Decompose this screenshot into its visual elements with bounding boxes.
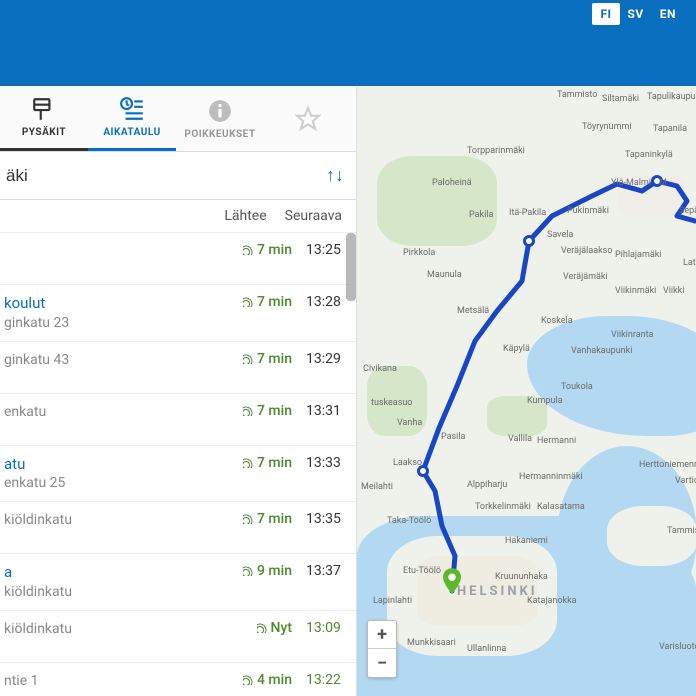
leaves-value: 7 min (243, 511, 292, 527)
zoom-out-button[interactable]: − (368, 649, 396, 677)
stop-name: a (4, 563, 243, 583)
stop-subtext: ginkatu 43 (4, 351, 243, 369)
stop-subtext: kiöldinkatu (4, 583, 243, 601)
col-leaves: Lähtee (224, 208, 266, 224)
stop-row[interactable]: kiöldinkatuNyt 13:09 (0, 611, 356, 663)
tab-bar: PYSÄKIT AIKATAULU POIKKEUKSET (0, 86, 356, 152)
leaves-value: 7 min (243, 403, 292, 419)
tab-stops[interactable]: PYSÄKIT (0, 86, 88, 151)
next-value: 13:25 (306, 242, 346, 258)
swap-direction-icon[interactable]: ↑↓ (326, 165, 344, 186)
tab-favorite[interactable] (264, 86, 352, 151)
leaves-value: 9 min (243, 563, 292, 579)
header-bar (0, 40, 696, 86)
map[interactable]: TammistoSiltamäkiTapulikaupunkiTöyrynumm… (357, 86, 696, 696)
stop-name: koulut (4, 294, 243, 314)
stop-subtext: ntie 1 (4, 672, 243, 690)
route-stop-dot[interactable] (417, 465, 429, 477)
bus-stop-icon (31, 96, 57, 122)
leaves-value: 4 min (243, 672, 292, 688)
schedule-icon (119, 96, 145, 122)
route-line (357, 86, 696, 696)
next-value: 13:33 (306, 455, 346, 471)
tab-stops-label: PYSÄKIT (22, 127, 66, 138)
stop-subtext: kiöldinkatu (4, 511, 243, 529)
next-value: 13:31 (306, 403, 346, 419)
info-icon (207, 98, 233, 124)
lang-sv[interactable]: SV (620, 3, 652, 25)
stop-subtext: enkatu 25 (4, 474, 243, 492)
stop-row[interactable]: koulutginkatu 237 min 13:28 (0, 285, 356, 342)
tab-schedule[interactable]: AIKATAULU (88, 86, 176, 151)
next-value: 13:29 (306, 351, 346, 367)
language-bar: FI SV EN (0, 0, 696, 40)
stop-subtext: enkatu (4, 403, 243, 421)
col-next: Seuraava (285, 208, 342, 224)
side-panel: PYSÄKIT AIKATAULU POIKKEUKSET ↑↓ Lähtee … (0, 86, 357, 696)
stop-row[interactable]: akiöldinkatu9 min 13:37 (0, 554, 356, 611)
stop-name: atu (4, 455, 243, 475)
leaves-value: Nyt (257, 620, 292, 636)
leaves-value: 7 min (243, 455, 292, 471)
stop-row[interactable]: ntie 14 min 13:22 (0, 663, 356, 696)
stop-list[interactable]: 7 min13:25koulutginkatu 237 min13:28gink… (0, 233, 356, 696)
next-value: 13:09 (306, 620, 346, 636)
direction-input[interactable] (4, 160, 326, 192)
next-value: 13:35 (306, 511, 346, 527)
stop-row[interactable]: 7 min 13:25 (0, 233, 356, 285)
leaves-value: 7 min (243, 242, 292, 258)
tab-disruptions-label: POIKKEUKSET (184, 129, 255, 140)
star-icon (295, 106, 321, 132)
lang-fi[interactable]: FI (592, 3, 619, 25)
scrollbar-thumb[interactable] (346, 233, 356, 301)
zoom-control: + − (367, 620, 397, 678)
stop-row[interactable]: atuenkatu 257 min 13:33 (0, 446, 356, 503)
stop-subtext: ginkatu 23 (4, 314, 243, 332)
tab-disruptions[interactable]: POIKKEUKSET (176, 86, 264, 151)
stop-subtext: kiöldinkatu (4, 620, 257, 638)
next-value: 13:28 (306, 294, 346, 310)
search-row: ↑↓ (0, 152, 356, 200)
route-stop-dot[interactable] (651, 175, 663, 187)
zoom-in-button[interactable]: + (368, 621, 396, 649)
stop-row[interactable]: enkatu7 min 13:31 (0, 394, 356, 446)
stop-row[interactable]: ginkatu 437 min 13:29 (0, 342, 356, 394)
column-headers: Lähtee Seuraava (0, 200, 356, 233)
city-label: HELSINKI (457, 584, 538, 599)
leaves-value: 7 min (243, 351, 292, 367)
next-value: 13:22 (306, 672, 346, 688)
route-stop-dot[interactable] (523, 235, 535, 247)
leaves-value: 7 min (243, 294, 292, 310)
lang-en[interactable]: EN (652, 3, 684, 25)
next-value: 13:37 (306, 563, 346, 579)
tab-schedule-label: AIKATAULU (103, 127, 160, 138)
stop-row[interactable]: kiöldinkatu7 min 13:35 (0, 502, 356, 554)
